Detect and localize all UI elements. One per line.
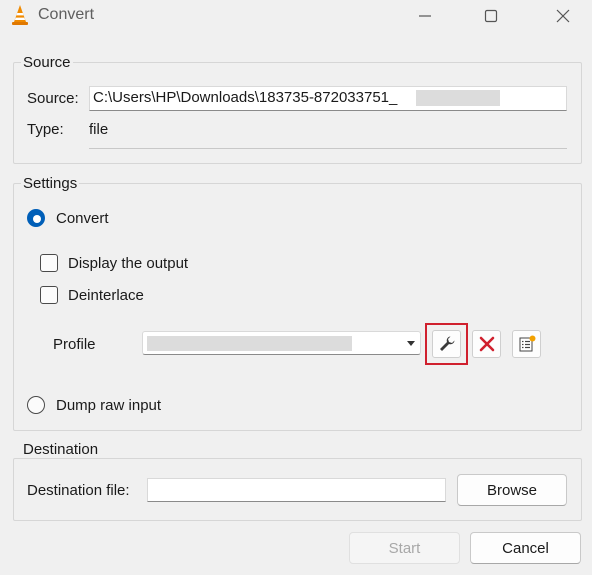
redacted-source-suffix <box>416 90 500 106</box>
vlc-cone-icon <box>8 3 32 27</box>
close-button[interactable] <box>540 0 586 32</box>
type-value: file <box>89 121 109 138</box>
wrench-icon <box>439 336 454 351</box>
close-icon <box>556 9 570 23</box>
cancel-button[interactable]: Cancel <box>470 532 581 564</box>
delete-profile-button[interactable] <box>472 330 501 358</box>
minimize-icon <box>419 15 431 17</box>
profile-label: Profile <box>53 336 96 353</box>
chevron-down-icon <box>407 341 415 346</box>
type-label: Type: <box>27 121 64 138</box>
convert-radio[interactable] <box>27 209 45 227</box>
minimize-button[interactable] <box>402 0 448 32</box>
source-value: C:\Users\HP\Downloads\183735-872033751_ <box>93 89 398 106</box>
type-divider <box>89 148 567 149</box>
deinterlace-checkbox[interactable] <box>40 286 58 304</box>
display-output-checkbox[interactable] <box>40 254 58 272</box>
delete-x-icon <box>479 336 494 352</box>
display-output-label[interactable]: Display the output <box>68 255 188 272</box>
edit-profile-button[interactable] <box>432 330 461 358</box>
deinterlace-label[interactable]: Deinterlace <box>68 287 144 304</box>
browse-button[interactable]: Browse <box>457 474 567 506</box>
maximize-icon <box>484 9 498 23</box>
settings-group-title: Settings <box>21 175 80 192</box>
maximize-button[interactable] <box>468 0 514 32</box>
profile-dropdown[interactable] <box>142 331 421 355</box>
redacted-profile-value <box>147 336 352 351</box>
new-profile-icon <box>519 335 535 352</box>
window-title: Convert <box>38 6 95 23</box>
dump-raw-label[interactable]: Dump raw input <box>56 397 161 414</box>
source-group-title: Source <box>21 54 73 71</box>
destination-file-input[interactable] <box>147 478 446 502</box>
start-button[interactable]: Start <box>349 532 460 564</box>
destination-group-title: Destination <box>21 441 101 458</box>
new-profile-button[interactable] <box>512 330 541 358</box>
destination-file-label: Destination file: <box>27 482 130 499</box>
dump-raw-radio[interactable] <box>27 396 45 414</box>
convert-label[interactable]: Convert <box>56 210 109 227</box>
source-label: Source: <box>27 90 79 107</box>
